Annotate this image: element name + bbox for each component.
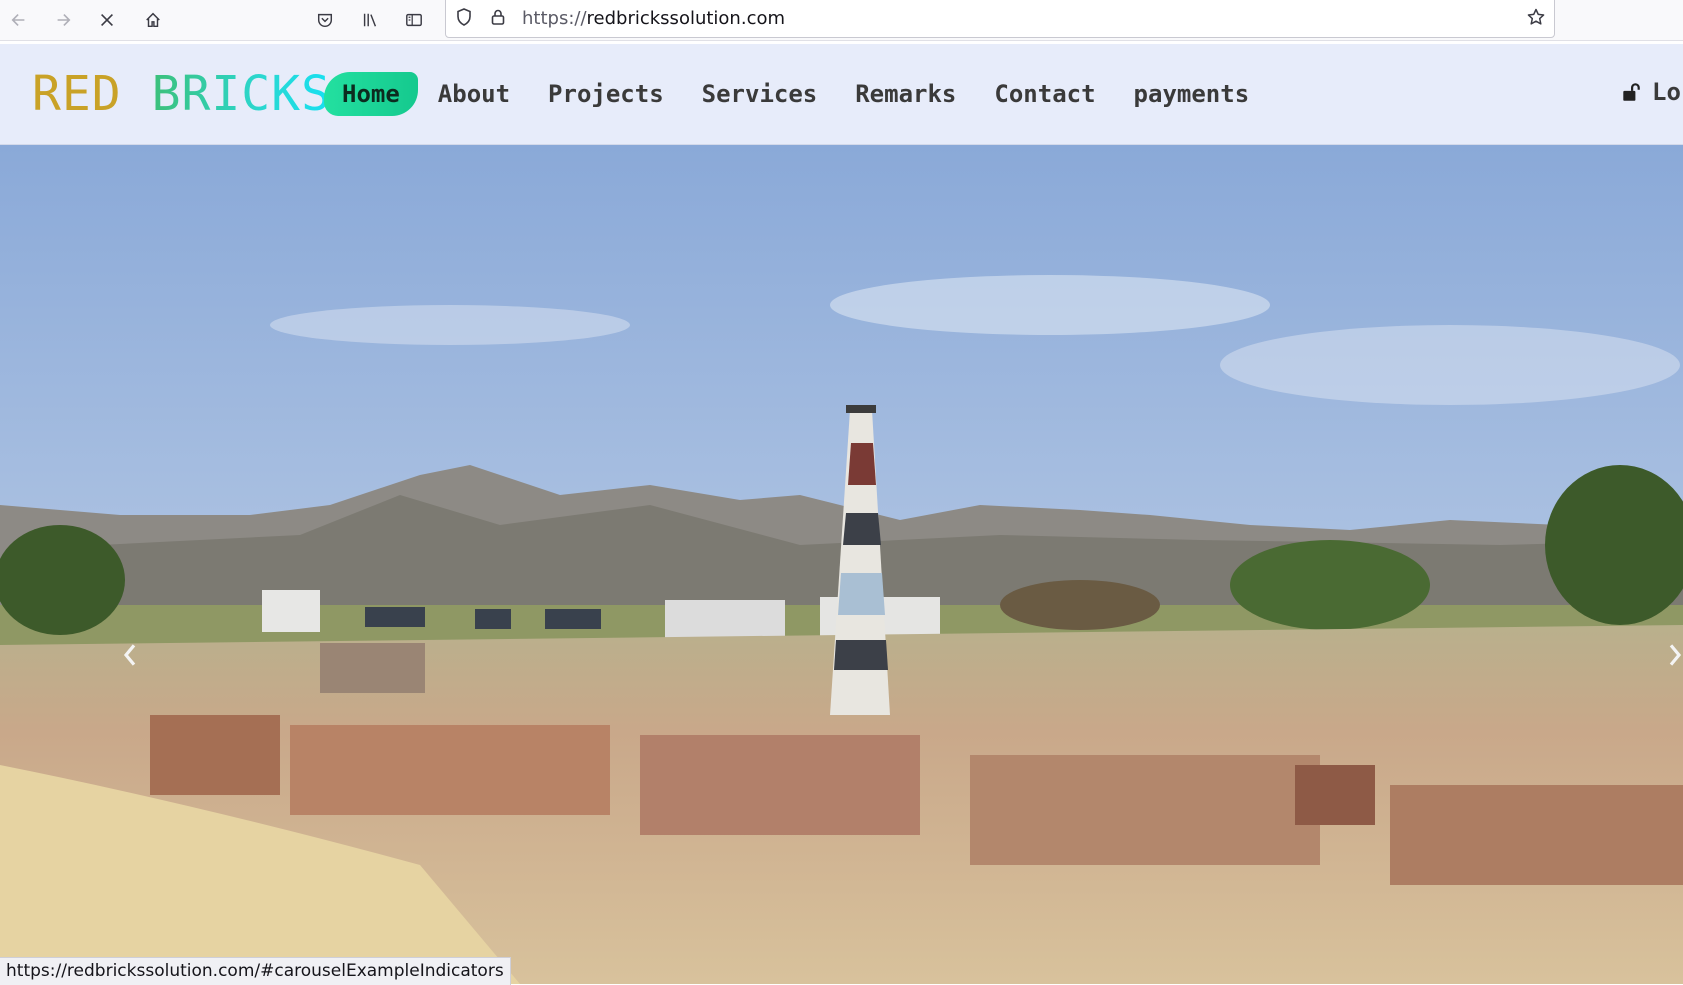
forward-icon[interactable] [49, 6, 77, 34]
carousel-prev-button[interactable] [110, 625, 150, 685]
nav-remarks[interactable]: Remarks [855, 80, 956, 108]
unlock-icon [1623, 83, 1640, 101]
stop-loading-icon[interactable] [93, 6, 121, 34]
chevron-right-icon [1669, 644, 1682, 666]
browser-toolbar: https://redbrickssolution.com [0, 0, 1683, 41]
bookmark-star-icon[interactable] [1526, 7, 1546, 27]
nav-payments[interactable]: payments [1134, 80, 1250, 108]
shield-icon[interactable] [454, 7, 474, 27]
nav-contact[interactable]: Contact [994, 80, 1095, 108]
nav-services[interactable]: Services [702, 80, 818, 108]
status-bar-url: https://redbrickssolution.com/#carouselE… [0, 957, 511, 985]
brand-bricks: BRICKS [151, 66, 331, 122]
library-icon[interactable] [356, 6, 384, 34]
back-icon[interactable] [5, 6, 33, 34]
nav-projects[interactable]: Projects [548, 80, 664, 108]
login-link[interactable]: Lo [1620, 78, 1681, 106]
lock-icon[interactable] [488, 7, 508, 27]
site-navbar: RED BRICKS Home About Projects Services … [0, 44, 1683, 145]
brand-red: RED [32, 66, 122, 122]
chevron-left-icon [123, 644, 136, 666]
carousel-next-button[interactable] [1655, 625, 1683, 685]
nav-about[interactable]: About [438, 80, 510, 108]
hero-image [0, 145, 1683, 984]
nav-home[interactable]: Home [324, 72, 418, 116]
nav-links: Home About Projects Services Remarks Con… [324, 72, 1287, 116]
url-text[interactable]: https://redbrickssolution.com [522, 8, 785, 29]
pocket-icon[interactable] [311, 6, 339, 34]
address-bar[interactable]: https://redbrickssolution.com [445, 0, 1555, 38]
brand-logo[interactable]: RED BRICKS [32, 66, 331, 122]
sidebar-icon[interactable] [400, 6, 428, 34]
home-icon[interactable] [139, 6, 167, 34]
hero-carousel [0, 145, 1683, 984]
login-label: Lo [1652, 78, 1681, 106]
